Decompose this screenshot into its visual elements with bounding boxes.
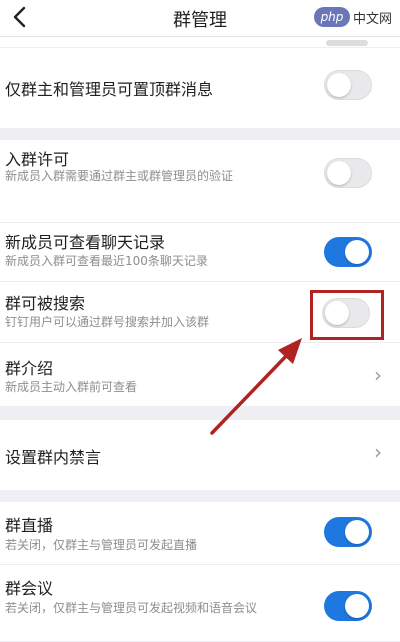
annotation-arrow	[210, 338, 302, 435]
